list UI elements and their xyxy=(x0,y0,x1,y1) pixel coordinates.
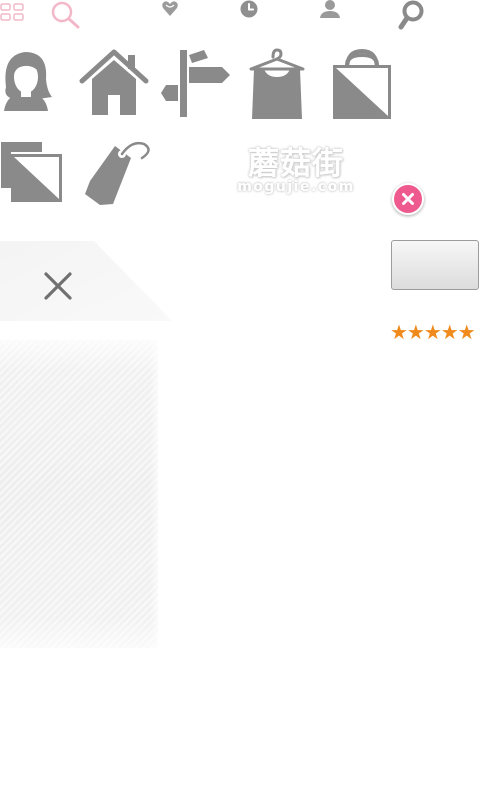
tab-close-button[interactable] xyxy=(40,269,76,305)
striped-panel-edge xyxy=(150,340,158,648)
star-rating: ★★★★★ xyxy=(390,320,476,344)
magnifier-icon[interactable] xyxy=(398,0,426,32)
grid-icon[interactable] xyxy=(0,0,28,24)
gray-button[interactable] xyxy=(391,240,479,290)
dress-hanger-icon xyxy=(245,47,315,119)
signpost-icon xyxy=(160,47,230,117)
price-tag-icon xyxy=(82,138,152,208)
close-button[interactable] xyxy=(392,183,424,215)
clock-icon[interactable] xyxy=(239,0,259,20)
brand-domain: mogujie.com xyxy=(237,179,355,195)
brand-name-cn: 蘑菇街 xyxy=(248,146,344,182)
tab-panel-background xyxy=(0,241,172,321)
catalog-icon xyxy=(0,138,70,208)
close-icon xyxy=(402,193,414,205)
striped-panel xyxy=(0,340,158,648)
search-icon[interactable] xyxy=(49,0,83,30)
user-icon[interactable] xyxy=(319,0,341,22)
shopping-bag-icon xyxy=(330,47,400,119)
woman-avatar-icon xyxy=(0,47,70,117)
brand-watermark: 蘑菇街 mogujie.com xyxy=(232,138,360,195)
heart-icon[interactable] xyxy=(161,0,179,18)
home-icon xyxy=(79,47,150,117)
close-x-icon xyxy=(44,272,72,300)
